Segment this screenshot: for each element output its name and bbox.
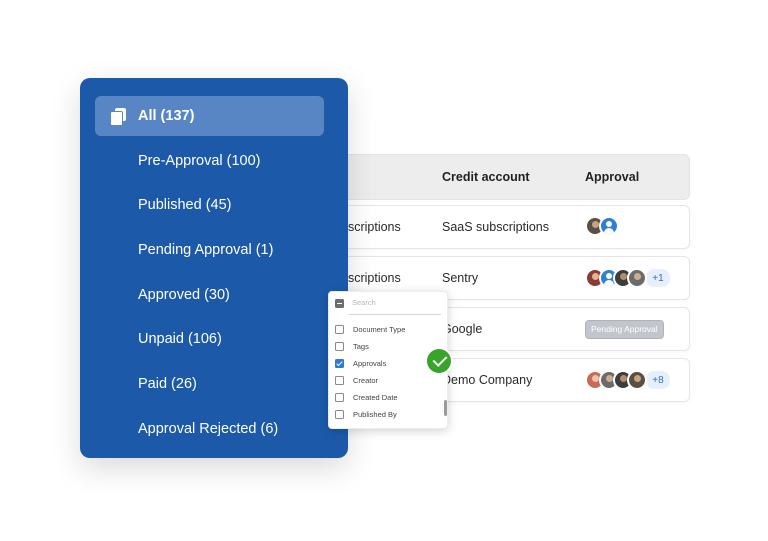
sidebar-item-label[interactable]: All (137) — [138, 108, 194, 124]
option-label: Document Type — [353, 324, 406, 334]
sidebar-item-unpaid[interactable]: Unpaid (106) — [138, 331, 222, 347]
sidebar-item-published[interactable]: Published (45) — [138, 197, 232, 213]
option-approvals[interactable]: Approvals — [335, 357, 386, 369]
more-approvers-count[interactable]: +1 — [644, 267, 672, 289]
option-creator[interactable]: Creator — [335, 374, 378, 386]
more-approvers-count[interactable]: +8 — [644, 369, 672, 391]
approver-avatars[interactable] — [585, 216, 619, 236]
sidebar-item-all[interactable] — [95, 96, 324, 136]
option-document-type[interactable]: Document Type — [335, 323, 405, 335]
table-header: Credit account Approval — [330, 154, 690, 200]
table-row[interactable]: bscriptions SaaS subscriptions — [330, 205, 690, 249]
checkbox[interactable] — [335, 358, 344, 368]
select-all-checkbox[interactable] — [335, 299, 344, 308]
credit-account-cell: Google — [442, 322, 483, 336]
credit-account-cell: Demo Company — [442, 373, 533, 387]
check-icon — [425, 347, 453, 375]
avatar — [627, 370, 647, 390]
sidebar-item-pre-approval[interactable]: Pre-Approval (100) — [138, 153, 261, 169]
search-input[interactable]: Search — [352, 298, 376, 307]
column-header-credit-account[interactable]: Credit account — [442, 170, 530, 184]
option-tags[interactable]: Tags — [335, 340, 369, 352]
option-label: Approvals — [353, 358, 387, 368]
sidebar-item-paid[interactable]: Paid (26) — [138, 376, 197, 392]
approver-avatars[interactable]: +8 — [585, 369, 672, 391]
copy-icon — [110, 108, 126, 126]
table-cell: bscriptions — [341, 220, 401, 234]
option-label: Created Date — [353, 392, 398, 402]
option-created-date[interactable]: Created Date — [335, 391, 398, 403]
search-underline — [349, 314, 441, 315]
avatar — [627, 268, 647, 288]
approver-avatars[interactable]: +1 — [585, 267, 672, 289]
table-cell: bscriptions — [341, 271, 401, 285]
checkbox[interactable] — [335, 409, 344, 419]
avatar — [599, 216, 619, 236]
checkbox[interactable] — [335, 375, 344, 385]
credit-account-cell: SaaS subscriptions — [442, 220, 550, 234]
sidebar-item-pending-approval[interactable]: Pending Approval (1) — [138, 242, 273, 258]
status-badge: Pending Approval — [585, 320, 664, 339]
sidebar-item-approved[interactable]: Approved (30) — [138, 287, 230, 303]
sidebar-item-approval-rejected[interactable]: Approval Rejected (6) — [138, 421, 278, 437]
checkbox[interactable] — [335, 324, 344, 334]
status-filter-sidebar: All (137) Pre-Approval (100) Published (… — [80, 78, 348, 458]
column-header-approval[interactable]: Approval — [585, 170, 639, 184]
option-label: Tags — [353, 341, 369, 351]
checkbox[interactable] — [335, 341, 344, 351]
option-published-by[interactable]: Published By — [335, 408, 397, 420]
option-label: Creator — [353, 375, 379, 385]
scrollbar[interactable] — [444, 400, 447, 416]
credit-account-cell: Sentry — [442, 271, 479, 285]
checkbox[interactable] — [335, 392, 344, 402]
option-label: Published By — [353, 409, 397, 419]
